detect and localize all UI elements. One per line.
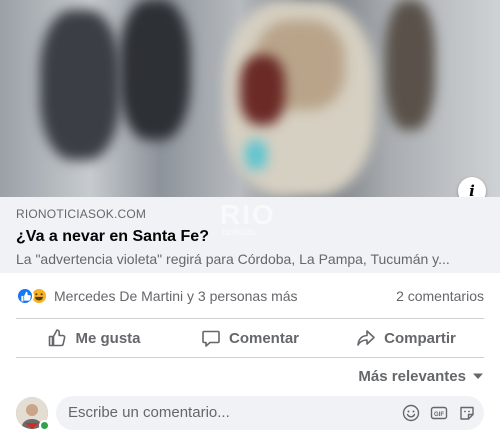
comment-sort-dropdown[interactable]: Más relevantes bbox=[358, 365, 484, 387]
image-subject-hair bbox=[240, 55, 285, 125]
comment-label: Comentar bbox=[228, 329, 299, 347]
link-description: La "advertencia violeta" regirá para Cór… bbox=[16, 251, 450, 267]
comments-count[interactable]: 2 comentarios bbox=[396, 288, 484, 304]
comment-input-box[interactable]: GIF bbox=[56, 395, 484, 430]
comment-input[interactable] bbox=[68, 404, 402, 421]
like-reaction-icon bbox=[16, 287, 34, 305]
gif-icon[interactable]: GIF bbox=[430, 404, 448, 422]
caret-down-icon bbox=[473, 373, 483, 379]
info-icon[interactable]: i bbox=[458, 177, 486, 197]
sticker-icon[interactable] bbox=[458, 404, 476, 422]
post-actions: Me gusta Comentar Compartir bbox=[16, 319, 484, 357]
reactions-summary: Mercedes De Martini y 3 personas más 2 c… bbox=[16, 283, 484, 309]
share-label: Compartir bbox=[384, 329, 456, 347]
comment-button[interactable]: Comentar bbox=[172, 319, 328, 357]
image-background-figure bbox=[120, 0, 190, 140]
share-button[interactable]: Compartir bbox=[328, 319, 484, 357]
online-status-dot bbox=[39, 419, 50, 430]
share-icon bbox=[357, 330, 375, 346]
thumbs-up-icon bbox=[49, 329, 66, 347]
reactors-text[interactable]: Mercedes De Martini y 3 personas más bbox=[54, 288, 298, 304]
comment-icon bbox=[202, 330, 220, 347]
image-background-figure bbox=[40, 10, 120, 160]
watermark-logo-sub: noticias bbox=[222, 227, 256, 238]
post-image[interactable]: i bbox=[0, 0, 500, 197]
image-background-figure bbox=[385, 0, 435, 130]
emoji-icon[interactable] bbox=[402, 404, 420, 422]
avatar[interactable] bbox=[16, 396, 50, 430]
like-button[interactable]: Me gusta bbox=[16, 319, 172, 357]
like-label: Me gusta bbox=[75, 329, 141, 347]
comment-composer: GIF bbox=[16, 395, 484, 430]
svg-text:GIF: GIF bbox=[434, 411, 444, 417]
divider bbox=[16, 357, 484, 358]
sort-label: Más relevantes bbox=[358, 367, 466, 385]
reactors-group[interactable]: Mercedes De Martini y 3 personas más bbox=[16, 287, 298, 305]
link-preview-card[interactable]: RIO noticias RIONOTICIASOK.COM ¿Va a nev… bbox=[0, 197, 500, 273]
image-subject-glove bbox=[245, 140, 267, 170]
